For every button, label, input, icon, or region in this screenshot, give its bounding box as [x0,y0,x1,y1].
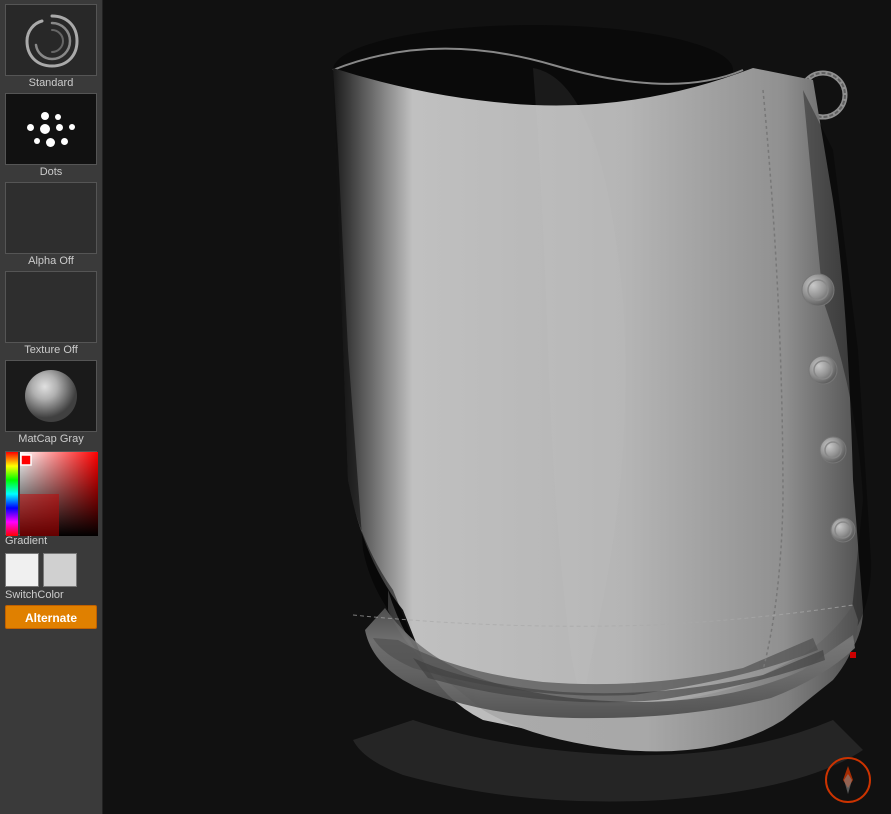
background-color-swatch[interactable] [43,553,77,587]
matcap-sphere-icon [21,366,81,426]
foreground-color-swatch[interactable] [5,553,39,587]
color-picker[interactable]: Gradient [5,451,97,549]
alpha-label: Alpha Off [28,255,74,267]
matcap-thumb [5,360,97,432]
sidebar-item-texture[interactable]: Texture Off [3,271,99,358]
3d-model-svg [103,0,891,814]
matcap-label: MatCap Gray [18,433,83,445]
standard-label: Standard [29,77,74,89]
sidebar-item-dots[interactable]: Dots [3,93,99,180]
texture-thumb [5,271,97,343]
sidebar-item-standard[interactable]: Standard [3,4,99,91]
standard-brush-thumb [5,4,97,76]
switch-color: SwitchColor [5,553,97,601]
gradient-label: Gradient [5,535,47,547]
texture-label: Texture Off [24,344,78,356]
alpha-thumb [5,182,97,254]
dots-brush-thumb [5,93,97,165]
alternate-button[interactable]: Alternate [5,605,97,629]
sidebar: Standard [0,0,103,814]
gradient-svg [6,452,98,536]
color-gradient-box[interactable] [5,451,97,535]
dots-label: Dots [40,166,63,178]
viewport[interactable] [103,0,891,814]
viewport-background [103,0,891,814]
color-swatches [5,553,77,587]
swirl-icon [22,11,82,71]
sidebar-item-matcap[interactable]: MatCap Gray [3,360,99,447]
sidebar-item-alpha[interactable]: Alpha Off [3,182,99,269]
switch-color-label: SwitchColor [5,589,64,601]
